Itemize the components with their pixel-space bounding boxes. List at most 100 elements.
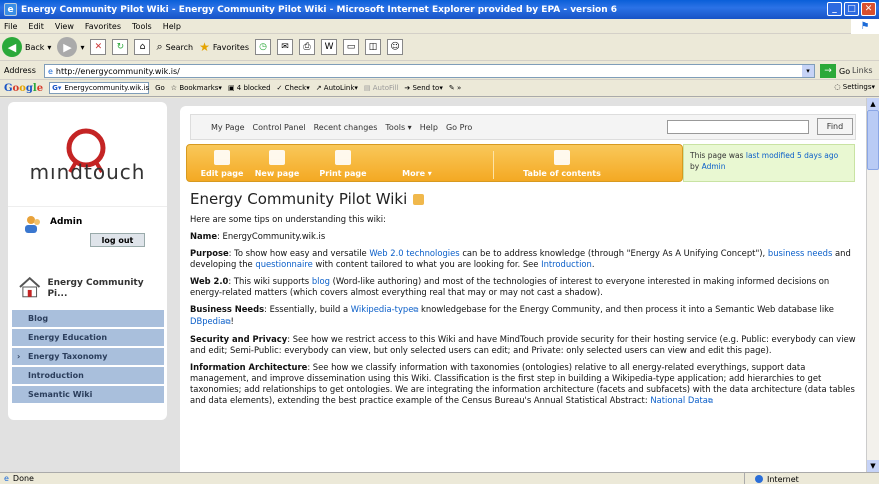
user-box: Admin log out bbox=[8, 206, 167, 252]
more-button[interactable]: More ▾ bbox=[385, 145, 449, 183]
page-title: Energy Community Pilot Wiki bbox=[190, 190, 425, 208]
discuss-icon[interactable]: ▭ bbox=[343, 39, 360, 55]
national-data-link[interactable]: National Data bbox=[650, 395, 708, 405]
lock-icon bbox=[413, 193, 425, 205]
messenger-icon[interactable]: ☺ bbox=[387, 39, 404, 55]
find-button[interactable]: Find bbox=[817, 118, 853, 135]
username[interactable]: Admin bbox=[50, 217, 82, 227]
mail-icon[interactable]: ✉ bbox=[277, 39, 294, 55]
questionnaire-link[interactable]: questionnaire bbox=[255, 259, 312, 269]
nav-recent-changes[interactable]: Recent changes bbox=[314, 123, 378, 132]
close-button[interactable]: ✕ bbox=[861, 2, 876, 16]
spellcheck-button[interactable]: ✓ Check▾ bbox=[277, 84, 310, 92]
blog-link[interactable]: blog bbox=[312, 276, 330, 286]
autofill-button[interactable]: ▤ AutoFill bbox=[364, 84, 398, 92]
sidebar-item-energy-taxonomy[interactable]: › Energy Taxonomy bbox=[12, 348, 164, 366]
google-toolbar: Google G▾ Energycommunity.wik.is Go ☆ Boo… bbox=[0, 80, 879, 97]
address-input[interactable]: e http://energycommunity.wik.is/ ▾ bbox=[44, 64, 815, 78]
scroll-up-icon[interactable]: ▲ bbox=[867, 98, 879, 110]
sendto-button[interactable]: ➔ Send to▾ bbox=[404, 84, 443, 92]
favorites-button[interactable]: ★ Favorites bbox=[199, 40, 249, 54]
search-button[interactable]: ⌕ Search bbox=[156, 40, 193, 54]
divider bbox=[493, 151, 494, 179]
sidebar-item-introduction[interactable]: Introduction bbox=[12, 367, 164, 385]
globe-icon bbox=[755, 475, 763, 483]
vertical-scrollbar[interactable]: ▲ ▼ bbox=[866, 98, 879, 472]
popup-blocker-button[interactable]: ▣ 4 blocked bbox=[228, 84, 271, 92]
purpose-paragraph: Purpose: To show how easy and versatile … bbox=[190, 248, 851, 269]
links-button[interactable]: Links bbox=[852, 66, 873, 75]
sidebar-item-semantic-wiki[interactable]: Semantic Wiki bbox=[12, 386, 164, 404]
logout-button[interactable]: log out bbox=[90, 233, 145, 247]
address-label: Address bbox=[4, 66, 36, 75]
author-link[interactable]: Admin bbox=[702, 162, 726, 171]
new-page-button[interactable]: New page bbox=[249, 145, 305, 183]
window-controls: _ □ ✕ bbox=[827, 2, 876, 16]
sidebar-item-blog[interactable]: Blog bbox=[12, 310, 164, 328]
edit-icon[interactable]: W bbox=[321, 39, 338, 55]
web20-paragraph: Web 2.0: This wiki supports blog (Word-l… bbox=[190, 276, 830, 297]
business-needs-link[interactable]: business needs bbox=[768, 248, 832, 258]
nav-home[interactable]: Energy Community Pi... bbox=[12, 270, 164, 308]
stop-icon[interactable]: ✕ bbox=[90, 39, 107, 55]
bookmarks-button[interactable]: ☆ Bookmarks▾ bbox=[171, 84, 222, 92]
status-bar: e Done Internet bbox=[0, 472, 879, 484]
minimize-button[interactable]: _ bbox=[827, 2, 842, 16]
autolink-button[interactable]: ↗ AutoLink▾ bbox=[316, 84, 358, 92]
toc-button[interactable]: Table of contents bbox=[507, 145, 617, 183]
new-page-icon bbox=[269, 150, 285, 165]
google-logo[interactable]: Google bbox=[4, 83, 43, 94]
sidebar: mındtouch Admin log out Energy Community… bbox=[8, 102, 167, 420]
nav-control-panel[interactable]: Control Panel bbox=[253, 123, 306, 132]
web20-link[interactable]: Web 2.0 technologies bbox=[369, 248, 459, 258]
page-viewport: mındtouch Admin log out Energy Community… bbox=[0, 98, 866, 472]
google-go-button[interactable]: Go bbox=[155, 84, 165, 92]
research-icon[interactable]: ◫ bbox=[365, 39, 382, 55]
settings-button[interactable]: ◌ Settings▾ bbox=[834, 83, 875, 91]
edit-page-button[interactable]: Edit page bbox=[197, 145, 247, 183]
wikipedia-link[interactable]: Wikipedia-type bbox=[351, 304, 414, 314]
menu-favorites[interactable]: Favorites bbox=[85, 22, 121, 31]
name-paragraph: Name: EnergyCommunity.wik.is bbox=[190, 231, 326, 241]
user-icon bbox=[25, 216, 40, 233]
go-button[interactable]: → Go bbox=[820, 64, 850, 78]
maximize-button[interactable]: □ bbox=[844, 2, 859, 16]
menu-edit[interactable]: Edit bbox=[28, 22, 44, 31]
menu-file[interactable]: File bbox=[4, 22, 17, 31]
last-modified-link[interactable]: last modified 5 days ago bbox=[746, 151, 838, 160]
nav-tools[interactable]: Tools ▾ bbox=[385, 123, 411, 132]
print-page-button[interactable]: Print page bbox=[311, 145, 375, 183]
menu-tools[interactable]: Tools bbox=[132, 22, 152, 31]
dbpedia-link[interactable]: DBpedia bbox=[190, 316, 225, 326]
back-arrow-icon: ◀ bbox=[2, 37, 22, 57]
history-icon[interactable]: ◷ bbox=[255, 39, 272, 55]
menu-help[interactable]: Help bbox=[163, 22, 181, 31]
sidebar-item-energy-education[interactable]: Energy Education bbox=[12, 329, 164, 347]
home-icon[interactable]: ⌂ bbox=[134, 39, 151, 55]
window-titlebar[interactable]: e Energy Community Pilot Wiki - Energy C… bbox=[0, 0, 879, 19]
forward-button[interactable]: ▶ ▾ bbox=[57, 37, 84, 57]
nav-help[interactable]: Help bbox=[420, 123, 438, 132]
address-bar: Address e http://energycommunity.wik.is/… bbox=[0, 62, 879, 80]
standard-toolbar: ◀ Back ▾ ▶ ▾ ✕ ↻ ⌂ ⌕ Search ★ Favorites ◷ … bbox=[0, 34, 879, 61]
introduction-link[interactable]: Introduction bbox=[541, 259, 592, 269]
status-page-icon: e bbox=[4, 474, 9, 483]
google-search-input[interactable]: G▾ Energycommunity.wik.is bbox=[49, 82, 149, 94]
address-dropdown-icon[interactable]: ▾ bbox=[802, 65, 814, 77]
logo-text: mındtouch bbox=[29, 160, 146, 184]
printer-icon bbox=[335, 150, 351, 165]
caret-right-icon: › bbox=[17, 352, 21, 361]
scroll-down-icon[interactable]: ▼ bbox=[867, 460, 879, 472]
refresh-icon[interactable]: ↻ bbox=[112, 39, 129, 55]
highlight-icon[interactable]: ✎ » bbox=[449, 84, 461, 92]
intro-text: Here are some tips on understanding this… bbox=[190, 214, 386, 224]
status-text: Done bbox=[12, 474, 34, 483]
external-link-icon: ⧉ bbox=[707, 397, 713, 405]
site-search-input[interactable] bbox=[667, 120, 809, 134]
nav-go-pro[interactable]: Go Pro bbox=[446, 123, 472, 132]
scroll-thumb[interactable] bbox=[867, 110, 879, 170]
back-button[interactable]: ◀ Back ▾ bbox=[2, 37, 51, 57]
nav-my-page[interactable]: My Page bbox=[211, 123, 245, 132]
print-icon[interactable]: ⎙ bbox=[299, 39, 316, 55]
menu-view[interactable]: View bbox=[55, 22, 74, 31]
